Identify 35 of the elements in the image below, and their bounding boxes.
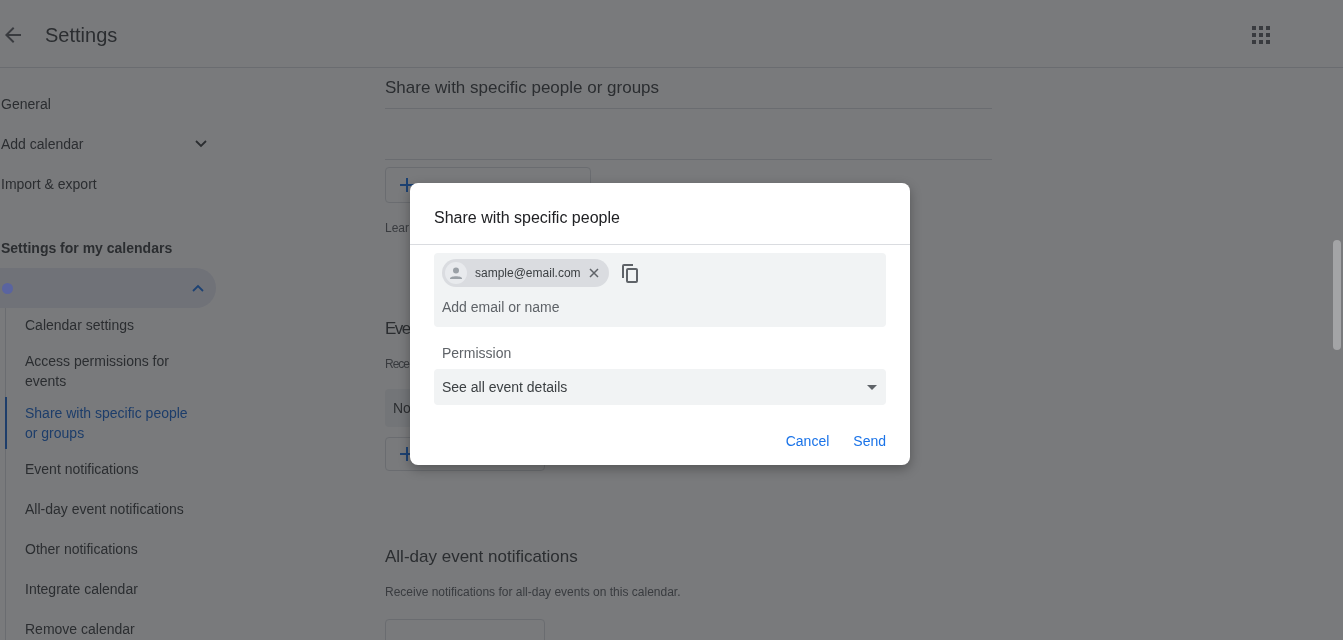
sidebar-link[interactable]: Calendar settings [6,312,205,345]
dropdown-arrow-icon [867,384,877,390]
sidebar-item[interactable]: Import & export [0,164,245,204]
sidebar-link[interactable]: Integrate calendar [6,569,205,609]
people-input-field[interactable]: sample@email.com Add email or name [434,253,886,327]
cancel-button[interactable]: Cancel [777,427,838,455]
person-avatar-icon [445,262,467,284]
permission-dropdown[interactable]: See all event details [434,369,886,405]
section-heading: All-day event notifications [385,547,579,567]
sidebar-link[interactable]: Other notifications [6,529,205,569]
description-text: Receive notifications for all-day events on this calendar. [385,585,682,599]
page-title: Settings [45,23,119,47]
sidebar-item[interactable]: Add calendar [0,124,245,164]
send-button[interactable]: Send [845,427,894,455]
email-chip[interactable]: sample@email.com [442,259,609,287]
help-text: Lear [385,221,411,235]
dialog-title: Share with specific people [410,183,910,245]
chevron-down-icon [195,140,207,148]
copy-icon[interactable] [620,263,639,283]
chevron-icon[interactable] [192,284,204,292]
sidebar-link[interactable]: Event notifications [6,449,205,489]
sidebar-item[interactable]: General [0,84,245,124]
section-heading: Share with specific people or groups [385,68,992,109]
sidebar-link[interactable]: Remove calendar [6,609,205,640]
sidebar-link[interactable]: Access permissions for events [6,345,205,397]
section-title: Settings for my calendars [0,239,174,258]
section-heading: Eve [385,319,411,339]
apps-grid-icon[interactable] [1252,26,1270,44]
description-text: Rece [385,357,411,371]
sidebar-link[interactable]: All-day event notifications [6,489,205,529]
plus-icon [400,178,414,192]
sidebar-link[interactable]: Share with specific people or groups [5,397,205,449]
field-label: Permission [442,345,513,361]
close-icon[interactable] [588,268,599,278]
scrollbar-thumb[interactable] [1333,240,1341,350]
